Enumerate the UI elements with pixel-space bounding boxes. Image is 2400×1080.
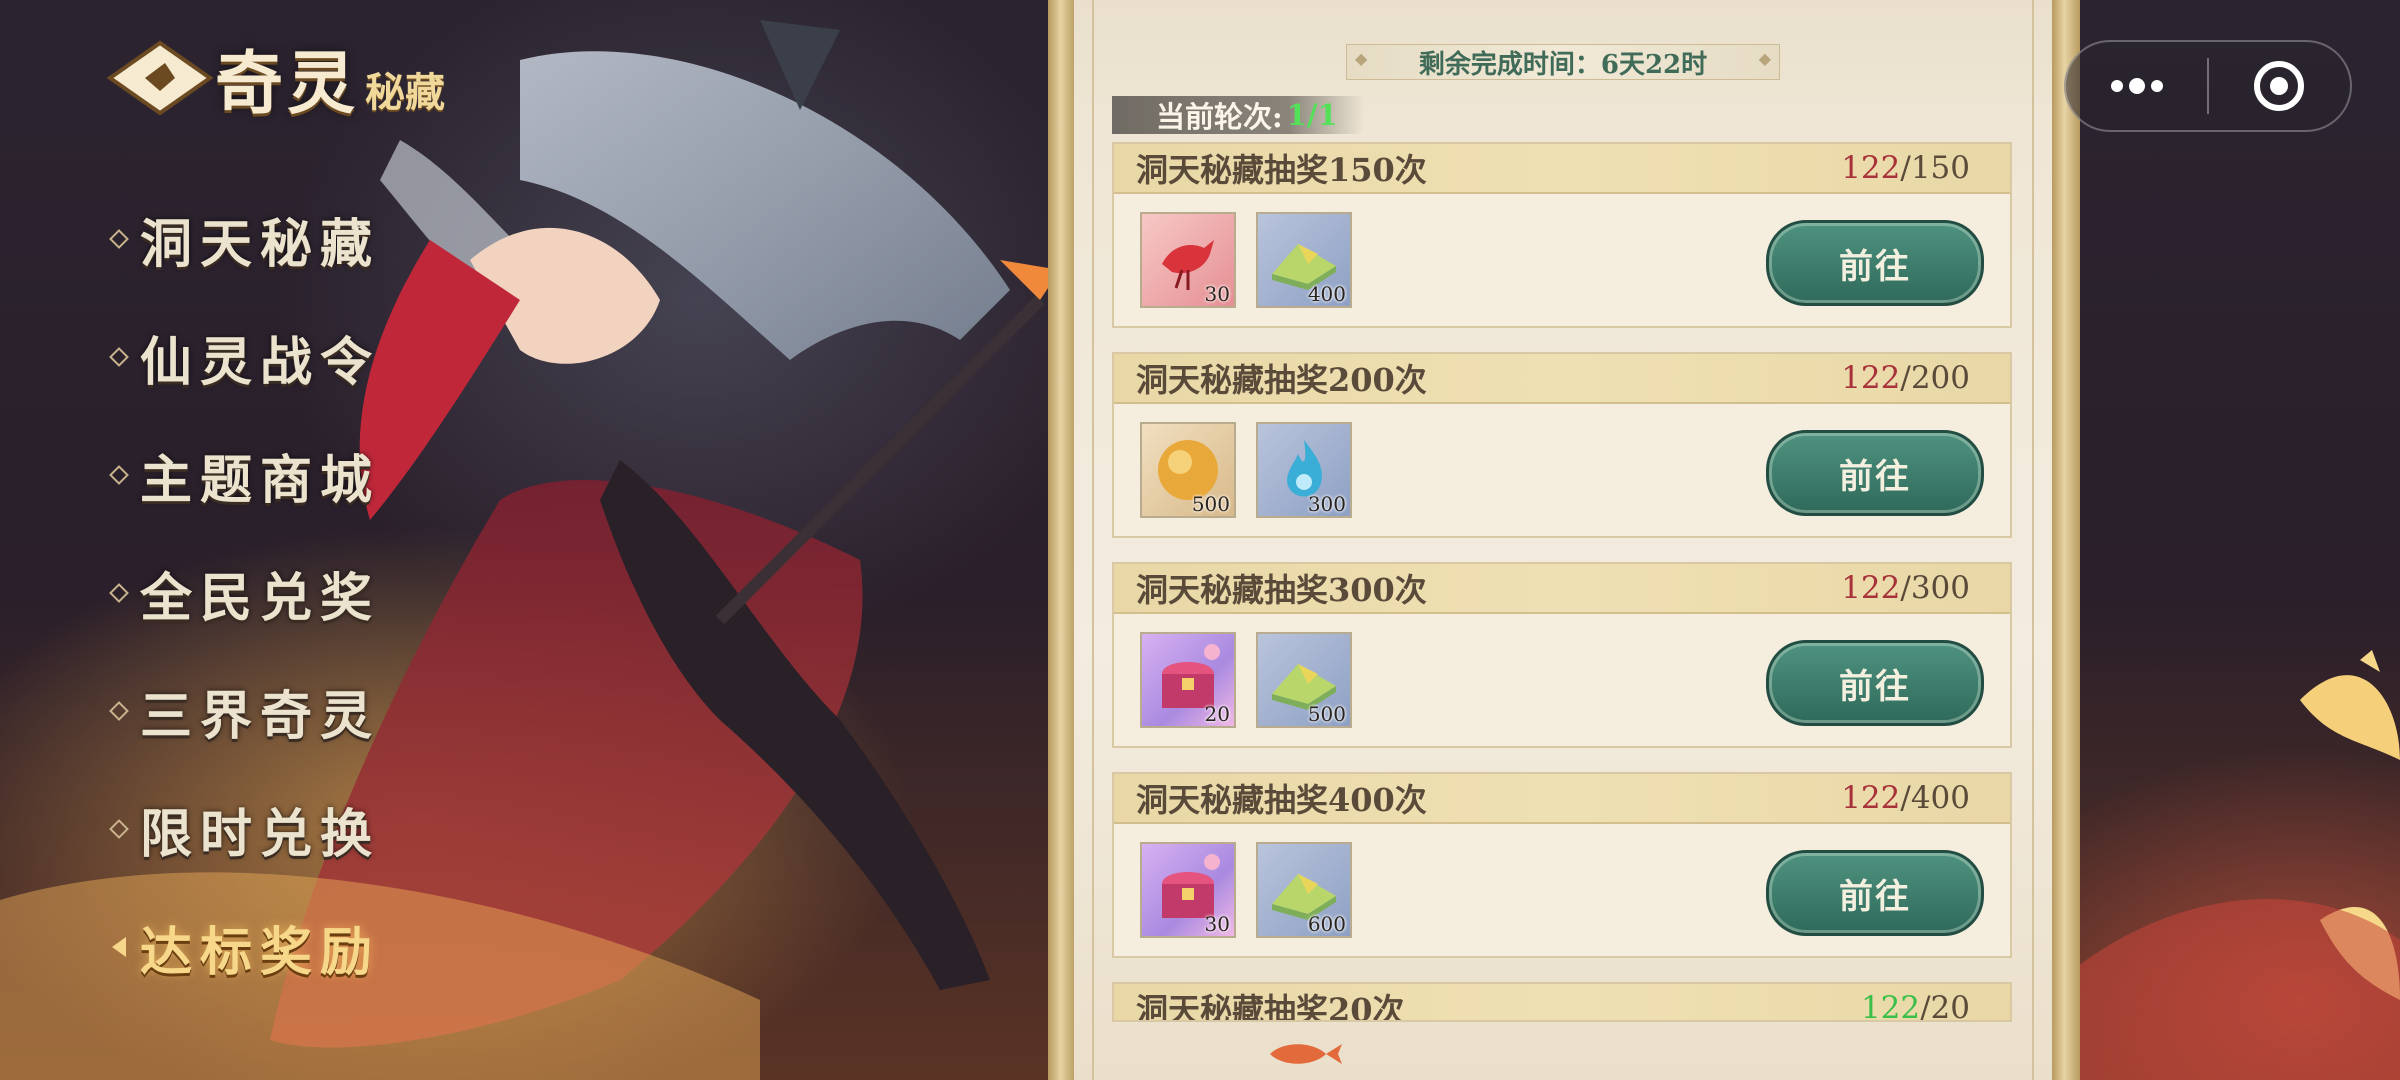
- task-row: 洞天秘藏抽奖20次 122/20: [1112, 982, 2012, 1022]
- progress-current: 122: [1841, 360, 1901, 396]
- goto-label: 前往: [1839, 246, 1911, 287]
- goto-button[interactable]: 前往: [1766, 850, 1984, 936]
- menu-item-prize-redeem[interactable]: 全民兑奖: [109, 534, 381, 652]
- progress-target: /300: [1900, 570, 1970, 606]
- decorative-petals: [2060, 650, 2400, 1080]
- more-dots-icon: [2110, 78, 2163, 94]
- miniprogram-capsule: [2064, 40, 2352, 132]
- progress-target: /150: [1900, 150, 1970, 186]
- task-progress: 122/400: [1841, 780, 1970, 816]
- progress-current: 122: [1860, 990, 1921, 1022]
- menu-bullet-icon: [109, 583, 129, 603]
- task-body: 30 600 前往: [1114, 824, 2010, 958]
- reward-item[interactable]: 20: [1140, 632, 1236, 728]
- menu-item-three-realms[interactable]: 三界奇灵: [109, 652, 381, 770]
- logo-subtitle: 秘藏: [365, 68, 446, 116]
- reward-qty: 500: [1307, 702, 1346, 726]
- menu-item-milestone-rewards[interactable]: 达标奖励: [112, 888, 380, 1006]
- progress-current: 122: [1841, 570, 1901, 606]
- side-menu: 洞天秘藏 仙灵战令 主题商城 全民兑奖 三界奇灵 限时兑换 达标奖励: [109, 180, 381, 1006]
- koi-fish-icon: [1270, 1044, 1342, 1064]
- task-title: 洞天秘藏抽奖300次: [1136, 571, 1427, 609]
- logo-title: 奇灵: [215, 44, 360, 124]
- task-header: 洞天秘藏抽奖150次 122/150: [1114, 144, 2010, 194]
- target-circle-icon: [2254, 61, 2305, 111]
- task-row: 洞天秘藏抽奖150次 122/150 30 400 前往: [1112, 142, 2012, 328]
- menu-bullet-icon: [109, 701, 129, 721]
- menu-item-label: 三界奇灵: [140, 685, 381, 747]
- task-progress: 122/150: [1841, 150, 1970, 186]
- task-row: 洞天秘藏抽奖400次 122/400 30 600 前往: [1112, 772, 2012, 958]
- reward-item[interactable]: 600: [1256, 842, 1352, 938]
- task-header: 洞天秘藏抽奖200次 122/200: [1114, 354, 2010, 404]
- reward-qty: 20: [1204, 702, 1230, 726]
- task-title: 洞天秘藏抽奖150次: [1136, 151, 1427, 189]
- game-logo: 奇灵 秘藏: [105, 28, 445, 127]
- menu-item-theme-shop[interactable]: 主题商城: [109, 416, 381, 534]
- reward-item[interactable]: 30: [1140, 212, 1236, 308]
- task-progress: 122/300: [1841, 570, 1970, 606]
- reward-item[interactable]: 400: [1256, 212, 1352, 308]
- menu-active-arrow-icon: [112, 937, 126, 957]
- reward-qty: 30: [1204, 282, 1230, 306]
- reward-item[interactable]: 300: [1256, 422, 1352, 518]
- scroll-right-edge: [2052, 0, 2080, 1080]
- task-header: 洞天秘藏抽奖400次 122/400: [1114, 774, 2010, 824]
- task-row: 洞天秘藏抽奖200次 122/200 500 300 前往: [1112, 352, 2012, 538]
- task-row: 洞天秘藏抽奖300次 122/300 20 500 前往: [1112, 562, 2012, 748]
- task-list[interactable]: 洞天秘藏抽奖150次 122/150 30 400 前往 洞天秘藏抽奖200次 …: [1112, 142, 2012, 1046]
- menu-bullet-icon: [109, 229, 129, 249]
- task-title: 洞天秘藏抽奖200次: [1136, 361, 1427, 399]
- reward-qty: 300: [1307, 492, 1346, 516]
- goto-button[interactable]: 前往: [1766, 220, 1984, 306]
- task-title: 洞天秘藏抽奖400次: [1136, 781, 1427, 819]
- close-button[interactable]: [2209, 42, 2350, 130]
- task-progress: 122/200: [1841, 360, 1970, 396]
- menu-bullet-icon: [109, 819, 129, 839]
- reward-qty: 400: [1307, 282, 1346, 306]
- task-body: 20 500 前往: [1114, 614, 2010, 748]
- menu-item-label: 全民兑奖: [140, 567, 381, 629]
- menu-item-label: 限时兑换: [140, 803, 381, 865]
- task-body: 30 400 前往: [1114, 194, 2010, 328]
- scroll-left-edge: [1048, 0, 1076, 1080]
- goto-label: 前往: [1839, 876, 1911, 917]
- goto-button[interactable]: 前往: [1766, 430, 1984, 516]
- task-body: 500 300 前往: [1114, 404, 2010, 538]
- progress-target: /200: [1900, 360, 1970, 396]
- menu-bullet-icon: [109, 465, 129, 485]
- progress-target: /20: [1920, 990, 1970, 1022]
- logo-emblem-icon: [106, 40, 214, 115]
- progress-current: 122: [1841, 150, 1901, 186]
- menu-item-limited-exchange[interactable]: 限时兑换: [109, 770, 381, 888]
- task-title: 洞天秘藏抽奖20次: [1136, 991, 1405, 1022]
- goto-label: 前往: [1839, 666, 1911, 707]
- current-round: 当前轮次: 1/1: [1112, 96, 1364, 134]
- reward-item[interactable]: 500: [1140, 422, 1236, 518]
- progress-target: /400: [1900, 780, 1970, 816]
- reward-item[interactable]: 500: [1256, 632, 1352, 728]
- more-button[interactable]: [2066, 42, 2207, 130]
- menu-item-dongtian-treasure[interactable]: 洞天秘藏: [109, 180, 381, 298]
- goto-label: 前往: [1839, 456, 1911, 497]
- goto-button[interactable]: 前往: [1766, 640, 1984, 726]
- reward-item[interactable]: 30: [1140, 842, 1236, 938]
- task-header: 洞天秘藏抽奖300次 122/300: [1114, 564, 2010, 614]
- progress-current: 122: [1841, 780, 1901, 816]
- menu-item-label: 达标奖励: [140, 921, 381, 983]
- reward-qty: 500: [1191, 492, 1230, 516]
- round-label: 当前轮次:: [1156, 100, 1283, 134]
- menu-item-label: 洞天秘藏: [140, 213, 381, 275]
- rewards-panel: 剩余完成时间：6天22时 当前轮次:1/1 洞天秘藏抽奖150次 122/150…: [1074, 0, 2052, 1080]
- menu-item-label: 仙灵战令: [140, 331, 381, 393]
- round-value: 1/1: [1286, 98, 1338, 132]
- menu-item-label: 主题商城: [140, 449, 381, 511]
- reward-qty: 600: [1307, 912, 1346, 936]
- remaining-time: 剩余完成时间：6天22时: [1346, 44, 1780, 80]
- menu-item-battle-pass[interactable]: 仙灵战令: [109, 298, 381, 416]
- task-header: 洞天秘藏抽奖20次 122/20: [1114, 984, 2010, 1022]
- reward-qty: 30: [1204, 912, 1230, 936]
- task-progress: 122/20: [1860, 990, 1970, 1022]
- menu-bullet-icon: [109, 347, 129, 367]
